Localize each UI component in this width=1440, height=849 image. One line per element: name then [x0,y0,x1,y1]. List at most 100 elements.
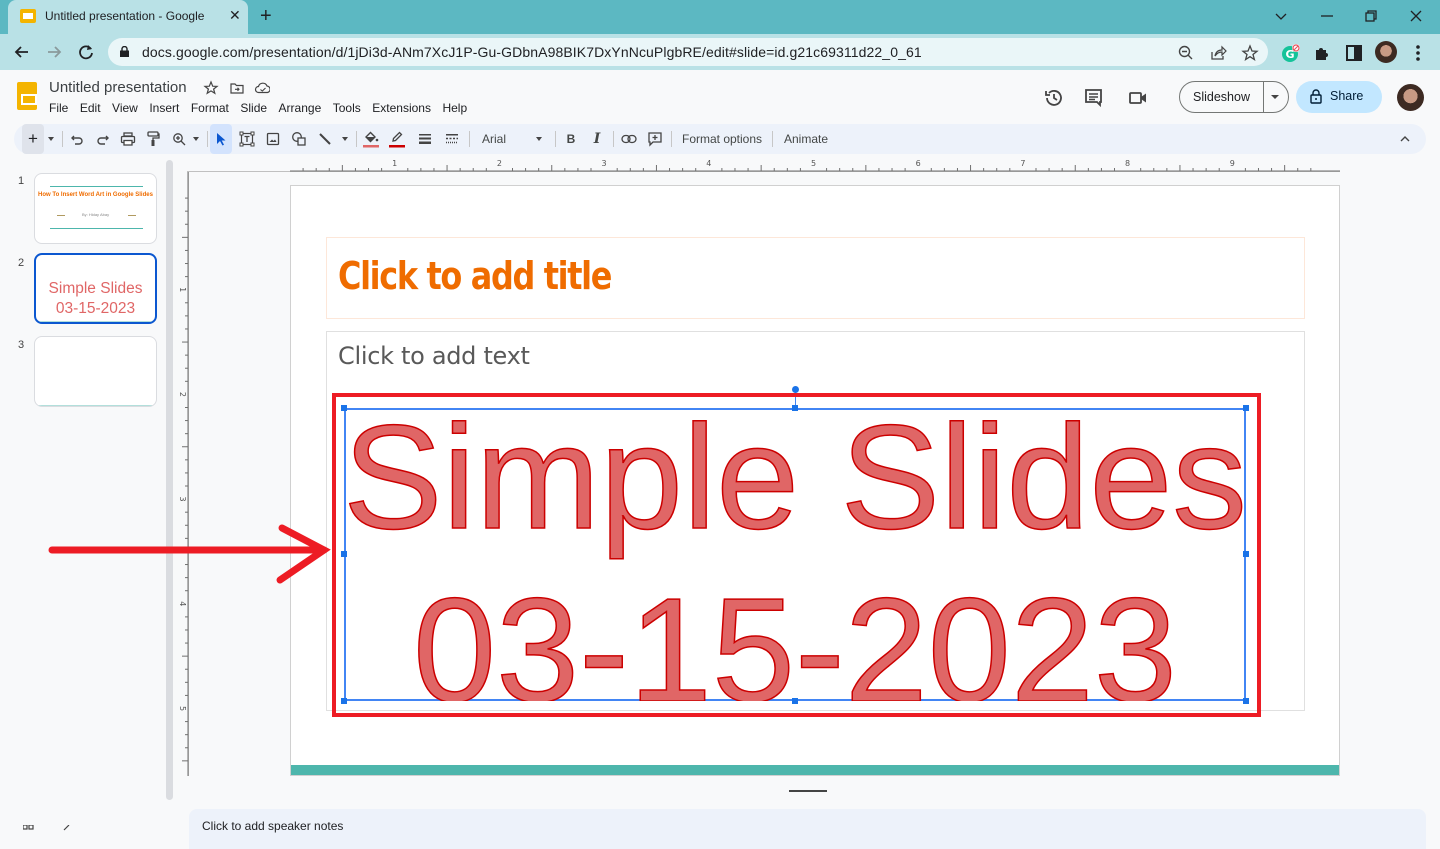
browser-tab[interactable]: Untitled presentation - Google Sl ✕ [8,0,248,34]
address-bar[interactable]: docs.google.com/presentation/d/1jDi3d-AN… [108,38,1268,66]
tab-search-chevron-icon[interactable] [1270,6,1292,26]
slide-thumbnail-1[interactable]: How To Insert Word Art in Google Slides … [34,173,157,244]
title-placeholder[interactable]: Click to add title [326,237,1305,319]
zoom-dropdown[interactable] [191,124,201,154]
new-slide-button[interactable]: + [22,124,44,154]
fill-color-icon[interactable] [362,124,380,154]
star-icon[interactable] [203,80,219,96]
slides-favicon [20,9,36,23]
more-icon[interactable] [1412,43,1424,63]
add-comment-icon[interactable] [646,124,664,154]
share-page-icon[interactable] [1209,44,1227,62]
rotate-handle[interactable] [792,386,799,393]
vertical-ruler[interactable]: 1 2 3 4 5 [176,172,190,776]
menu-view[interactable]: View [112,101,138,115]
version-history-icon[interactable] [1043,87,1065,109]
menu-extensions[interactable]: Extensions [372,101,431,115]
grammarly-icon[interactable]: G [1281,43,1301,63]
undo-icon[interactable] [68,124,86,154]
new-slide-layout-dropdown[interactable] [46,124,56,154]
format-options-label: Format options [682,132,763,146]
menu-slide[interactable]: Slide [240,101,267,115]
slide-accent-bar [291,765,1339,775]
slide-number: 3 [18,339,25,351]
horizontal-ruler[interactable]: 1 2 3 4 5 6 7 8 9 [290,158,1340,172]
line-dropdown[interactable] [340,124,350,154]
menu-file[interactable]: File [49,101,68,115]
annotation-arrow-icon [48,524,331,584]
menu-help[interactable]: Help [442,101,467,115]
annotation-highlight-box [332,393,1261,717]
ruler-label: 1 [178,287,187,292]
bookmark-star-icon[interactable] [1241,44,1259,62]
notes-resize-handle[interactable] [789,790,827,792]
tab-close-icon[interactable]: ✕ [229,7,241,24]
slideshow-dropdown-icon[interactable] [1271,95,1279,99]
italic-button[interactable]: I [590,124,604,154]
new-tab-button[interactable]: + [260,5,272,28]
slideshow-button[interactable]: Slideshow [1179,81,1289,113]
text-box-icon[interactable] [238,124,256,154]
menu-insert[interactable]: Insert [149,101,179,115]
menu-tools[interactable]: Tools [333,101,361,115]
bold-button[interactable]: B [564,124,578,154]
meet-camera-icon[interactable] [1127,87,1149,109]
thumb-title: How To Insert Word Art in Google Slides [38,192,153,198]
title-placeholder-text: Click to add title [338,254,612,298]
menu-format[interactable]: Format [191,101,229,115]
forward-icon[interactable] [44,42,64,62]
grid-view-icon[interactable] [23,825,35,831]
share-button[interactable]: Share [1296,81,1382,113]
insert-link-icon[interactable] [620,124,638,154]
border-weight-icon[interactable] [416,124,434,154]
line-tool-icon[interactable] [316,124,334,154]
comments-icon[interactable] [1083,87,1105,109]
thumb-subtitle: By: Hiday Abay [81,212,110,217]
zoom-icon[interactable] [170,124,188,154]
print-icon[interactable] [118,124,138,154]
speaker-notes[interactable]: Click to add speaker notes [189,809,1426,849]
slide-thumbnail-3[interactable] [34,336,157,407]
filmstrip-scrollbar[interactable] [166,160,173,800]
thumb-footer-bar [36,321,155,322]
collapse-filmstrip-icon[interactable] [62,825,72,831]
paint-format-icon[interactable] [144,124,162,154]
url-text[interactable]: docs.google.com/presentation/d/1jDi3d-AN… [142,44,922,60]
insert-image-icon[interactable] [264,124,282,154]
browser-tab-strip: Untitled presentation - Google Sl ✕ + [0,0,1440,34]
restore-button[interactable] [1360,6,1382,26]
collapse-toolbar-icon[interactable] [1398,124,1412,154]
select-tool-icon[interactable] [210,124,232,154]
redo-icon[interactable] [94,124,112,154]
side-panel-icon[interactable] [1345,44,1363,62]
zoom-out-icon[interactable] [1177,44,1195,62]
document-title[interactable]: Untitled presentation [49,79,187,96]
border-dash-icon[interactable] [443,124,461,154]
ruler-label: 3 [602,159,607,168]
extensions-icon[interactable] [1313,44,1331,62]
slideshow-divider [1263,82,1264,112]
back-icon[interactable] [12,42,32,62]
move-folder-icon[interactable] [229,80,245,96]
close-window-button[interactable] [1405,6,1427,26]
slideshow-label: Slideshow [1193,90,1250,104]
border-color-icon[interactable] [388,124,406,154]
slides-logo[interactable] [17,82,37,110]
format-options-button[interactable]: Format options [682,124,762,154]
reload-icon[interactable] [76,42,96,62]
animate-button[interactable]: Animate [784,124,828,154]
ruler-label: 4 [706,159,711,168]
font-family-dropdown[interactable] [534,124,544,154]
cloud-saved-icon[interactable] [254,80,270,96]
account-avatar[interactable] [1397,84,1424,111]
shape-icon[interactable] [290,124,308,154]
lock-icon [120,46,129,57]
ruler-label: 9 [1230,159,1235,168]
minimize-button[interactable] [1316,6,1338,26]
ruler-label: 7 [1020,159,1025,168]
profile-avatar[interactable] [1375,41,1397,63]
menu-arrange[interactable]: Arrange [279,101,322,115]
slide-thumbnail-2[interactable]: Simple Slides 03-15-2023 [34,253,157,324]
slide-number: 1 [18,175,25,187]
menu-edit[interactable]: Edit [80,101,101,115]
